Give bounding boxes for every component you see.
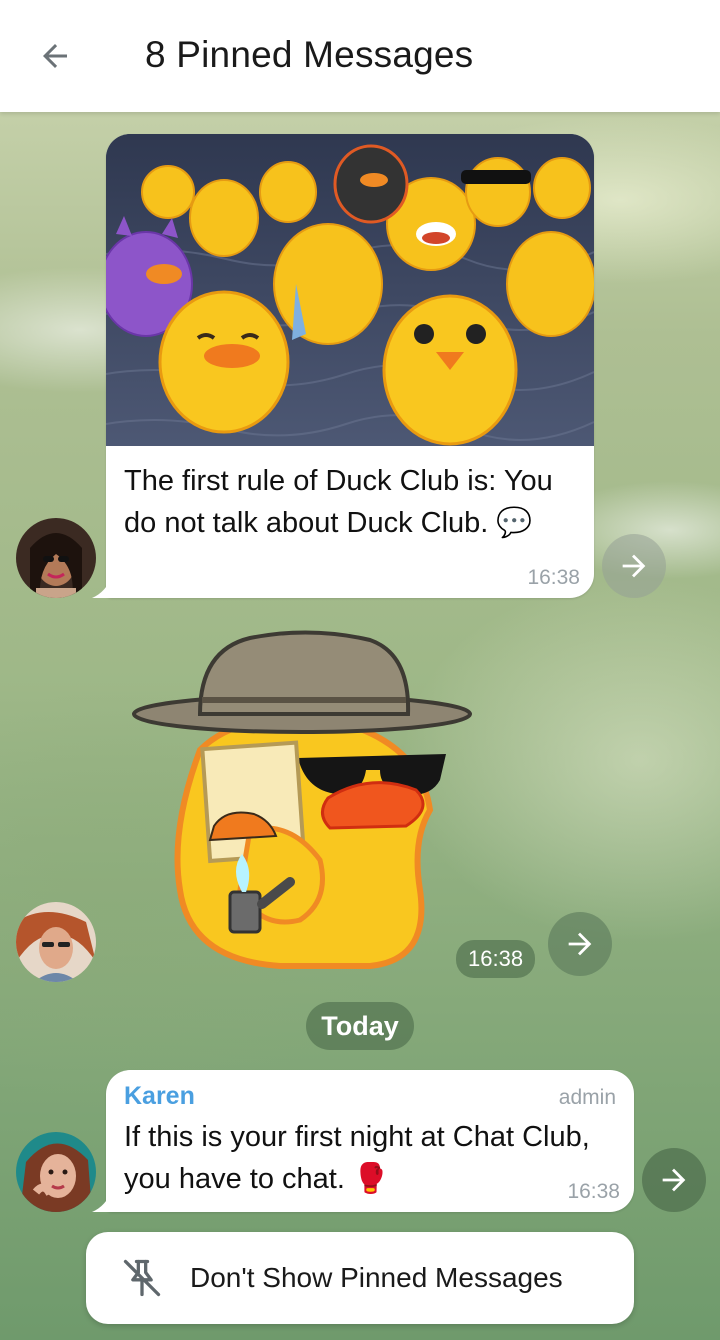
admin-badge: admin: [558, 1086, 616, 1109]
duck-club-image: [106, 134, 594, 446]
duck-detective-sticker[interactable]: [130, 630, 480, 975]
arrow-left-icon: [43, 44, 67, 68]
top-bar: 8 Pinned Messages: [0, 0, 720, 112]
sender-name[interactable]: Karen: [124, 1082, 195, 1111]
forward-button[interactable]: [602, 534, 666, 598]
pinned-message-1[interactable]: The first rule of Duck Club is: You do n…: [106, 134, 594, 598]
unpin-label: Don't Show Pinned Messages: [190, 1262, 563, 1293]
avatar[interactable]: [16, 902, 96, 982]
message-time: 16:38: [456, 940, 536, 978]
date-separator: Today: [306, 1002, 414, 1050]
forward-button[interactable]: [642, 1148, 706, 1212]
arrow-right-icon: [662, 1168, 686, 1192]
bubble-tail: [92, 1190, 112, 1212]
page-title: 8 Pinned Messages: [145, 34, 474, 75]
pinned-message-3[interactable]: Karen admin If this is your first night …: [106, 1070, 634, 1212]
unpin-icon: [123, 1259, 161, 1297]
avatar[interactable]: [16, 1132, 96, 1212]
arrow-right-icon: [622, 554, 646, 578]
avatar[interactable]: [16, 518, 96, 598]
message-text: If this is your first night at Chat Club…: [124, 1121, 590, 1195]
message-text: The first rule of Duck Club is: You do n…: [124, 465, 553, 539]
forward-button[interactable]: [548, 912, 612, 976]
dont-show-pinned-button[interactable]: Don't Show Pinned Messages: [86, 1232, 634, 1324]
back-button[interactable]: [30, 31, 80, 81]
message-time: 16:38: [527, 566, 580, 589]
bubble-tail: [92, 576, 112, 598]
message-time: 16:38: [567, 1180, 620, 1203]
arrow-right-icon: [568, 932, 592, 956]
